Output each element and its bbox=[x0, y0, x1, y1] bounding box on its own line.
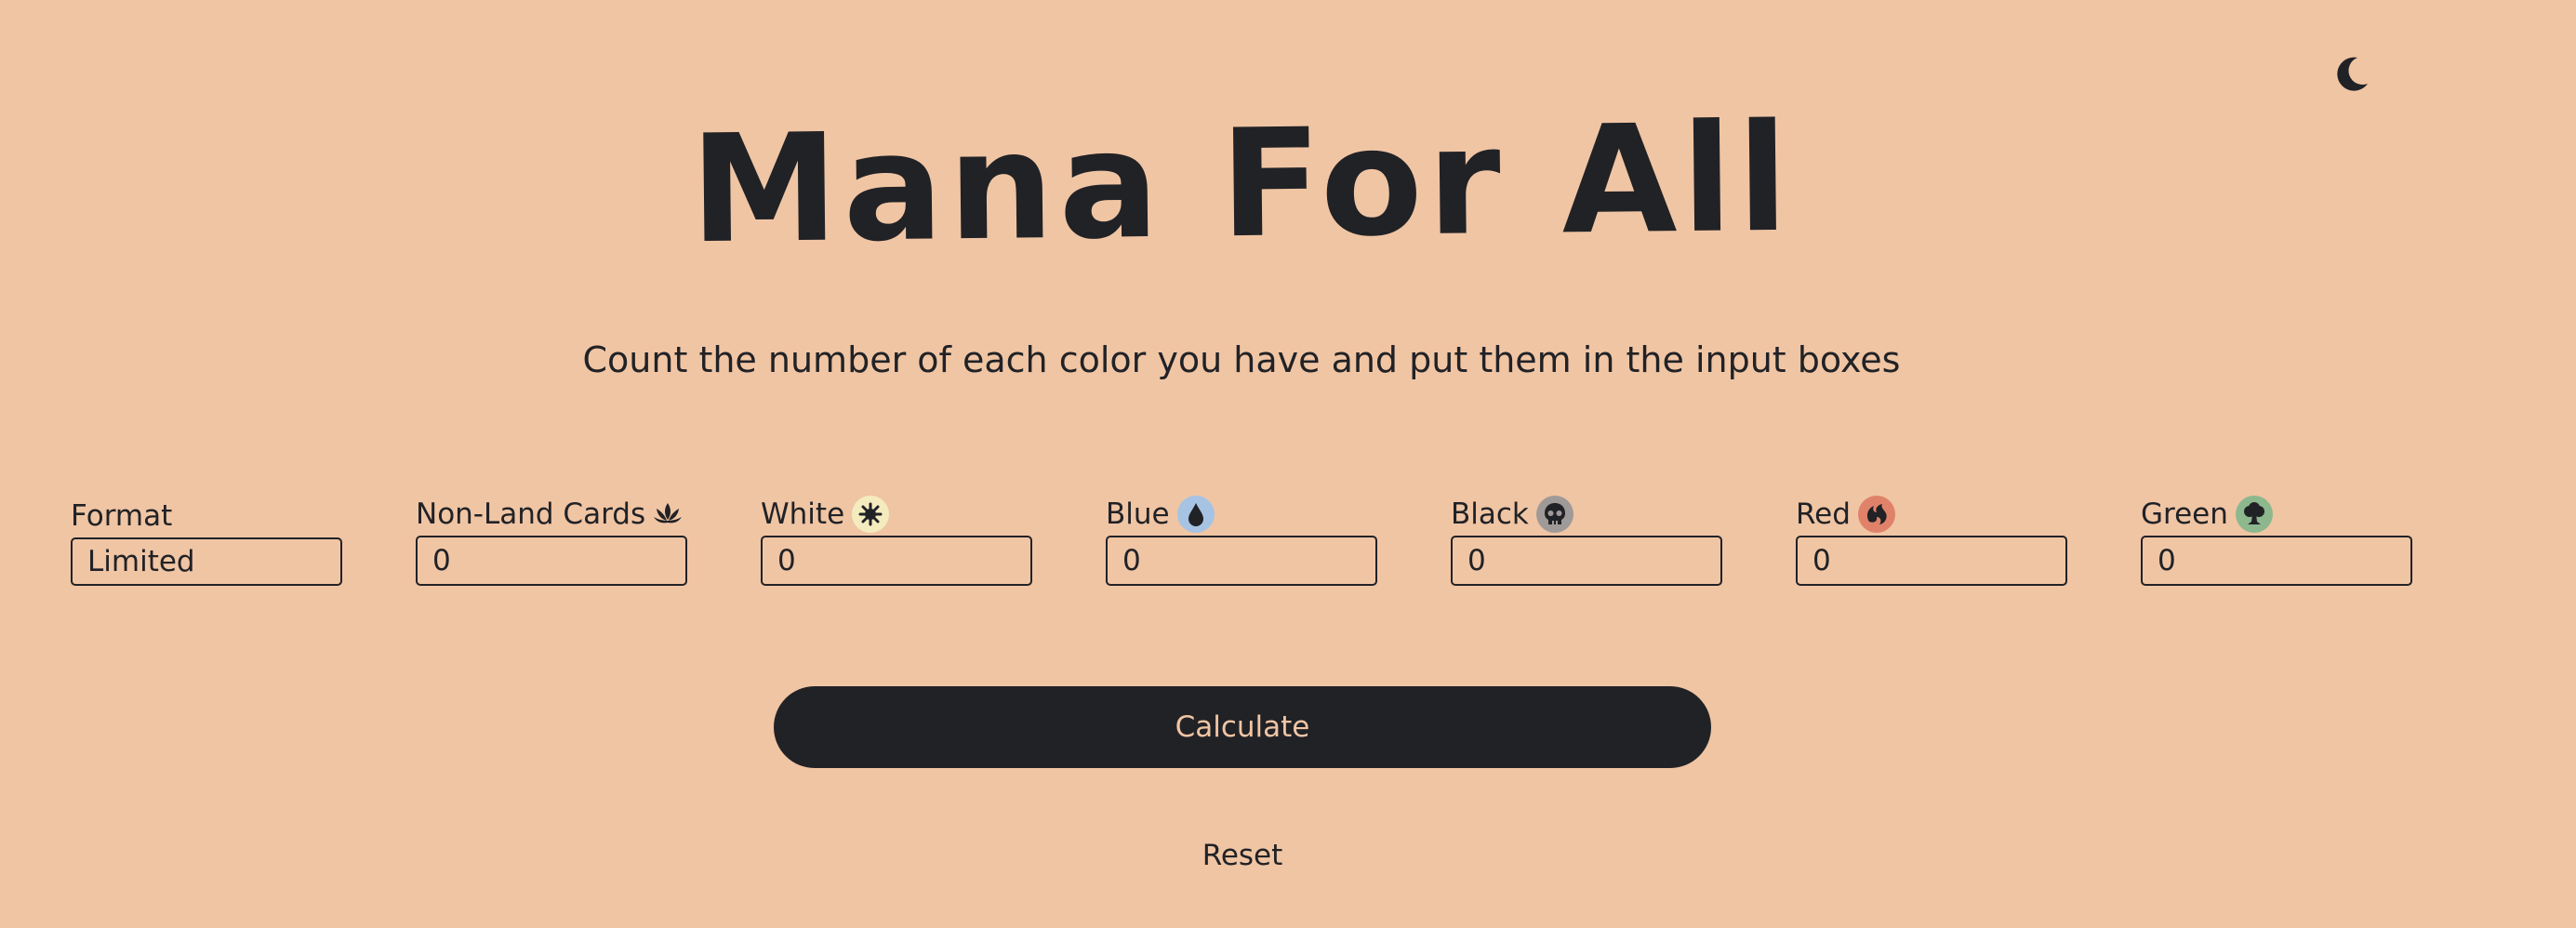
calculate-button[interactable]: Calculate bbox=[774, 686, 1711, 768]
page-subtitle: Count the number of each color you have … bbox=[582, 339, 1901, 380]
red-mana-icon bbox=[1857, 496, 1895, 533]
white-input[interactable] bbox=[761, 536, 1032, 586]
nonland-label-text: Non-Land Cards bbox=[416, 497, 646, 531]
white-label: White bbox=[761, 493, 1032, 536]
red-label-text: Red bbox=[1796, 497, 1851, 531]
nonland-input[interactable] bbox=[416, 536, 687, 586]
nonland-label: Non-Land Cards bbox=[416, 493, 687, 536]
green-input[interactable] bbox=[2141, 536, 2412, 586]
format-field: Format bbox=[71, 495, 342, 586]
red-input[interactable] bbox=[1796, 536, 2067, 586]
white-field: White bbox=[761, 493, 1032, 586]
black-label-text: Black bbox=[1451, 497, 1529, 531]
red-label: Red bbox=[1796, 493, 2067, 536]
nonland-field: Non-Land Cards bbox=[416, 493, 687, 586]
black-field: Black bbox=[1451, 493, 1722, 586]
format-label-text: Format bbox=[71, 499, 173, 533]
white-label-text: White bbox=[761, 497, 845, 531]
green-label-text: Green bbox=[2141, 497, 2228, 531]
green-label: Green bbox=[2141, 493, 2412, 536]
blue-field: Blue bbox=[1106, 493, 1377, 586]
moon-icon[interactable] bbox=[2330, 52, 2372, 95]
page-title: Mana For All bbox=[689, 90, 1794, 277]
black-label: Black bbox=[1451, 493, 1722, 536]
lotus-icon bbox=[654, 503, 683, 524]
black-mana-icon bbox=[1535, 496, 1573, 533]
reset-button[interactable]: Reset bbox=[1149, 832, 1335, 879]
blue-input[interactable] bbox=[1106, 536, 1377, 586]
format-input[interactable] bbox=[71, 537, 342, 586]
green-mana-icon bbox=[2235, 496, 2273, 533]
blue-mana-icon bbox=[1176, 496, 1215, 533]
blue-label-text: Blue bbox=[1106, 497, 1170, 531]
green-field: Green bbox=[2141, 493, 2412, 586]
black-input[interactable] bbox=[1451, 536, 1722, 586]
red-field: Red bbox=[1796, 493, 2067, 586]
blue-label: Blue bbox=[1106, 493, 1377, 536]
white-mana-icon bbox=[852, 496, 890, 533]
format-label: Format bbox=[71, 495, 342, 537]
